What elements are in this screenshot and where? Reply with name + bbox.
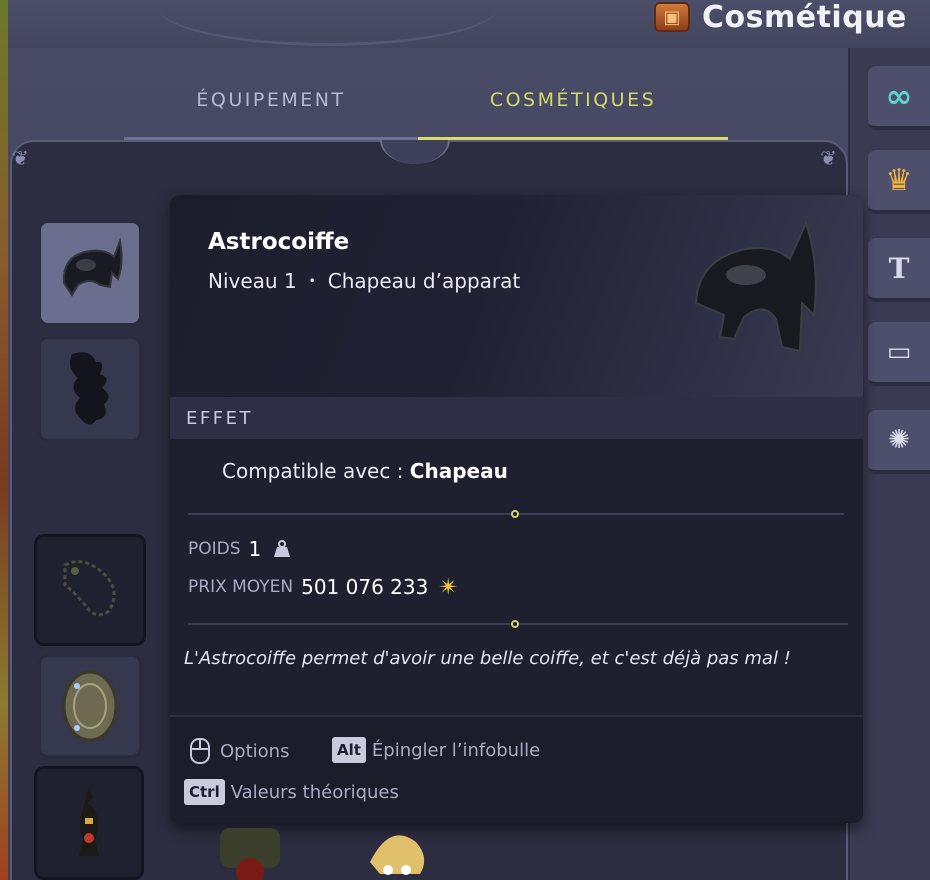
mouse-icon xyxy=(190,738,210,764)
game-background-strip xyxy=(0,0,8,880)
character-preview-icon xyxy=(220,828,280,880)
pet-slot[interactable] xyxy=(34,534,146,646)
weight-value: 1 xyxy=(248,537,262,561)
kama-icon: ✴ xyxy=(438,573,459,601)
cape-icon xyxy=(70,352,109,425)
cosmetic-chest-icon: ▣ xyxy=(654,2,690,32)
options-hint: Options xyxy=(188,737,289,765)
banner-icon: ▭ xyxy=(886,337,912,367)
helmet-icon xyxy=(694,220,817,353)
idea-button[interactable]: ✺ xyxy=(868,410,930,474)
crown-button[interactable]: ♛ xyxy=(868,150,930,214)
theoretical-values-label: Valeurs théoriques xyxy=(230,781,399,803)
top-ornament xyxy=(158,0,498,46)
pet-preview-icon xyxy=(370,835,425,875)
price-value: 501 076 233 xyxy=(301,575,429,599)
shield-icon xyxy=(62,670,118,742)
costume-icon xyxy=(79,786,99,856)
price-stat: PRIX MOYEN 501 076 233 ✴ xyxy=(188,573,458,601)
tab-cosmetiques[interactable]: COSMÉTIQUES xyxy=(418,62,728,140)
effect-line: Compatible avec : Chapeau xyxy=(222,459,508,483)
pet-icon xyxy=(63,560,116,617)
weight-label: POIDS xyxy=(188,539,241,559)
item-description: L'Astrocoiffe permet d'avoir une belle c… xyxy=(184,648,791,669)
pin-tooltip-hint: Alt Épingler l’infobulle xyxy=(332,737,540,763)
options-label: Options xyxy=(220,740,290,762)
theoretical-values-hint: Ctrl Valeurs théoriques xyxy=(184,779,399,805)
corner-ornament-right-icon: ❦ xyxy=(820,146,837,170)
effect-value: Chapeau xyxy=(409,459,508,483)
item-name: Astrocoiffe xyxy=(208,229,350,255)
text-button[interactable]: T xyxy=(868,238,930,302)
crown-icon: ♛ xyxy=(885,162,913,198)
price-label: PRIX MOYEN xyxy=(188,577,294,597)
tab-bar: ÉQUIPEMENT COSMÉTIQUES xyxy=(124,62,728,140)
subtitle-separator: • xyxy=(308,274,316,288)
corner-ornament-left-icon: ❦ xyxy=(12,146,29,170)
item-type: Chapeau d’apparat xyxy=(327,269,521,293)
weight-stat: POIDS 1 xyxy=(188,537,293,561)
banner-button[interactable]: ▭ xyxy=(868,322,930,386)
tooltip-header: Astrocoiffe Niveau 1 • Chapeau d’apparat xyxy=(170,195,863,397)
hat-slot[interactable] xyxy=(38,220,142,326)
item-level: Niveau 1 xyxy=(208,269,297,293)
tab-equipement[interactable]: ÉQUIPEMENT xyxy=(124,62,418,140)
effect-header: EFFET xyxy=(170,397,863,439)
infinity-icon: ∞ xyxy=(885,77,913,115)
item-tooltip: Astrocoiffe Niveau 1 • Chapeau d’apparat… xyxy=(170,195,863,823)
costume-slot[interactable] xyxy=(34,766,144,880)
ctrl-key: Ctrl xyxy=(184,779,225,805)
cape-slot[interactable] xyxy=(38,336,142,442)
pin-tooltip-label: Épingler l’infobulle xyxy=(371,739,541,761)
divider-dot-icon xyxy=(511,620,519,628)
window-title-text: Cosmétique xyxy=(702,0,907,35)
effect-prefix: Compatible avec : xyxy=(222,459,404,483)
weight-icon xyxy=(274,540,291,557)
text-icon: T xyxy=(888,251,910,285)
window-title: ▣ Cosmétique xyxy=(654,0,907,35)
tooltip-footer: Options Alt Épingler l’infobulle Ctrl Va… xyxy=(170,715,863,823)
helmet-icon xyxy=(62,237,123,297)
lightbulb-icon: ✺ xyxy=(888,425,910,455)
infinity-button[interactable]: ∞ xyxy=(868,66,930,130)
item-subtitle: Niveau 1 • Chapeau d’apparat xyxy=(208,269,520,293)
divider-dot-icon xyxy=(511,510,519,518)
alt-key: Alt xyxy=(332,737,366,763)
shield-slot[interactable] xyxy=(38,654,142,758)
